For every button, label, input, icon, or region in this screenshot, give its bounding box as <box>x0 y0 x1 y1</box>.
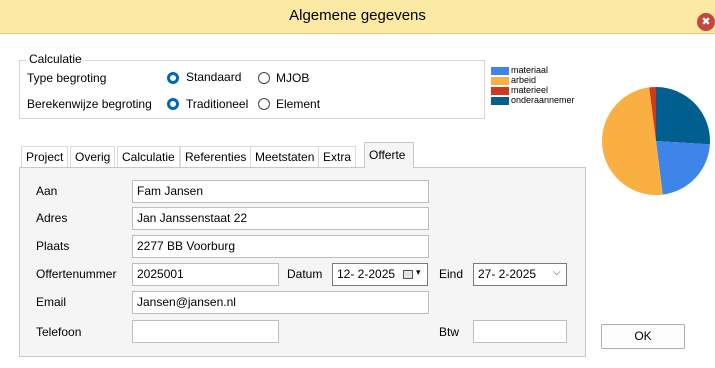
radio-traditioneel[interactable] <box>167 98 179 110</box>
legend-label-arbeid: arbeid <box>511 75 537 85</box>
legend-swatch-onderaannemer <box>491 97 509 105</box>
eind-label: Eind <box>439 267 464 281</box>
plaats-input[interactable]: 2277 BB Voorburg <box>132 235 429 258</box>
pie-slice-materiaal <box>656 141 710 195</box>
radio-mjob-label[interactable]: MJOB <box>276 71 309 85</box>
aan-label: Aan <box>36 184 58 198</box>
tab-project[interactable]: Project <box>21 146 69 167</box>
eind-value: 27- 2-2025 <box>478 267 537 281</box>
offertenummer-label: Offertenummer <box>36 267 117 281</box>
chevron-down-icon[interactable]: ▾ <box>416 267 421 278</box>
window-title: Algemene gegevens <box>289 7 426 24</box>
btw-input[interactable] <box>473 320 567 343</box>
legend-swatch-materiaal <box>491 67 509 75</box>
btw-label: Btw <box>439 325 460 339</box>
radio-standaard[interactable] <box>167 72 179 84</box>
email-input[interactable]: Jansen@jansen.nl <box>132 291 429 314</box>
legend-label-onderaannemer: onderaannemer <box>511 95 575 105</box>
ok-button[interactable]: OK <box>601 324 685 349</box>
title-bar: Algemene gegevens ✖ <box>0 0 715 34</box>
chevron-down-icon[interactable]: ⌵ <box>553 267 561 278</box>
radio-standaard-label[interactable]: Standaard <box>186 70 241 84</box>
close-button[interactable]: ✖ <box>697 13 715 31</box>
eind-picker[interactable]: 27- 2-2025 ⌵ <box>473 263 567 286</box>
legend-swatch-materieel <box>491 87 509 95</box>
radio-traditioneel-label[interactable]: Traditioneel <box>186 97 248 111</box>
tab-calculatie[interactable]: Calculatie <box>117 146 180 167</box>
radio-mjob[interactable] <box>258 72 270 84</box>
type-begroting-label: Type begroting <box>27 71 107 85</box>
email-label: Email <box>36 295 67 309</box>
datum-picker[interactable]: 12- 2-2025 ▾ <box>332 263 428 286</box>
tab-overig[interactable]: Overig <box>70 146 116 167</box>
calendar-icon[interactable] <box>403 270 413 279</box>
aan-input[interactable]: Fam Jansen <box>132 180 429 203</box>
tab-referenties[interactable]: Referenties <box>180 146 252 167</box>
radio-element[interactable] <box>258 98 270 110</box>
adres-input[interactable]: Jan Janssenstaat 22 <box>132 207 429 230</box>
adres-label: Adres <box>36 211 68 225</box>
telefoon-input[interactable] <box>132 320 279 343</box>
pie-chart <box>602 87 710 195</box>
tab-extra[interactable]: Extra <box>318 146 357 167</box>
datum-label: Datum <box>287 267 323 281</box>
pie-slice-onderaannemer <box>656 87 710 145</box>
tab-meetstaten[interactable]: Meetstaten <box>250 146 320 167</box>
calculatie-group-title: Calculatie <box>26 52 85 66</box>
berekenwijze-label: Berekenwijze begroting <box>27 97 152 111</box>
legend-label-materieel: materieel <box>511 85 549 95</box>
close-icon: ✖ <box>701 16 711 28</box>
offertenummer-input[interactable]: 2025001 <box>132 263 279 286</box>
plaats-label: Plaats <box>36 239 70 253</box>
legend-swatch-arbeid <box>491 77 509 85</box>
legend-label-materiaal: materiaal <box>511 65 549 75</box>
radio-element-label[interactable]: Element <box>276 97 320 111</box>
datum-value: 12- 2-2025 <box>337 267 396 281</box>
telefoon-label: Telefoon <box>36 325 82 339</box>
tab-offerte[interactable]: Offerte <box>364 142 414 168</box>
